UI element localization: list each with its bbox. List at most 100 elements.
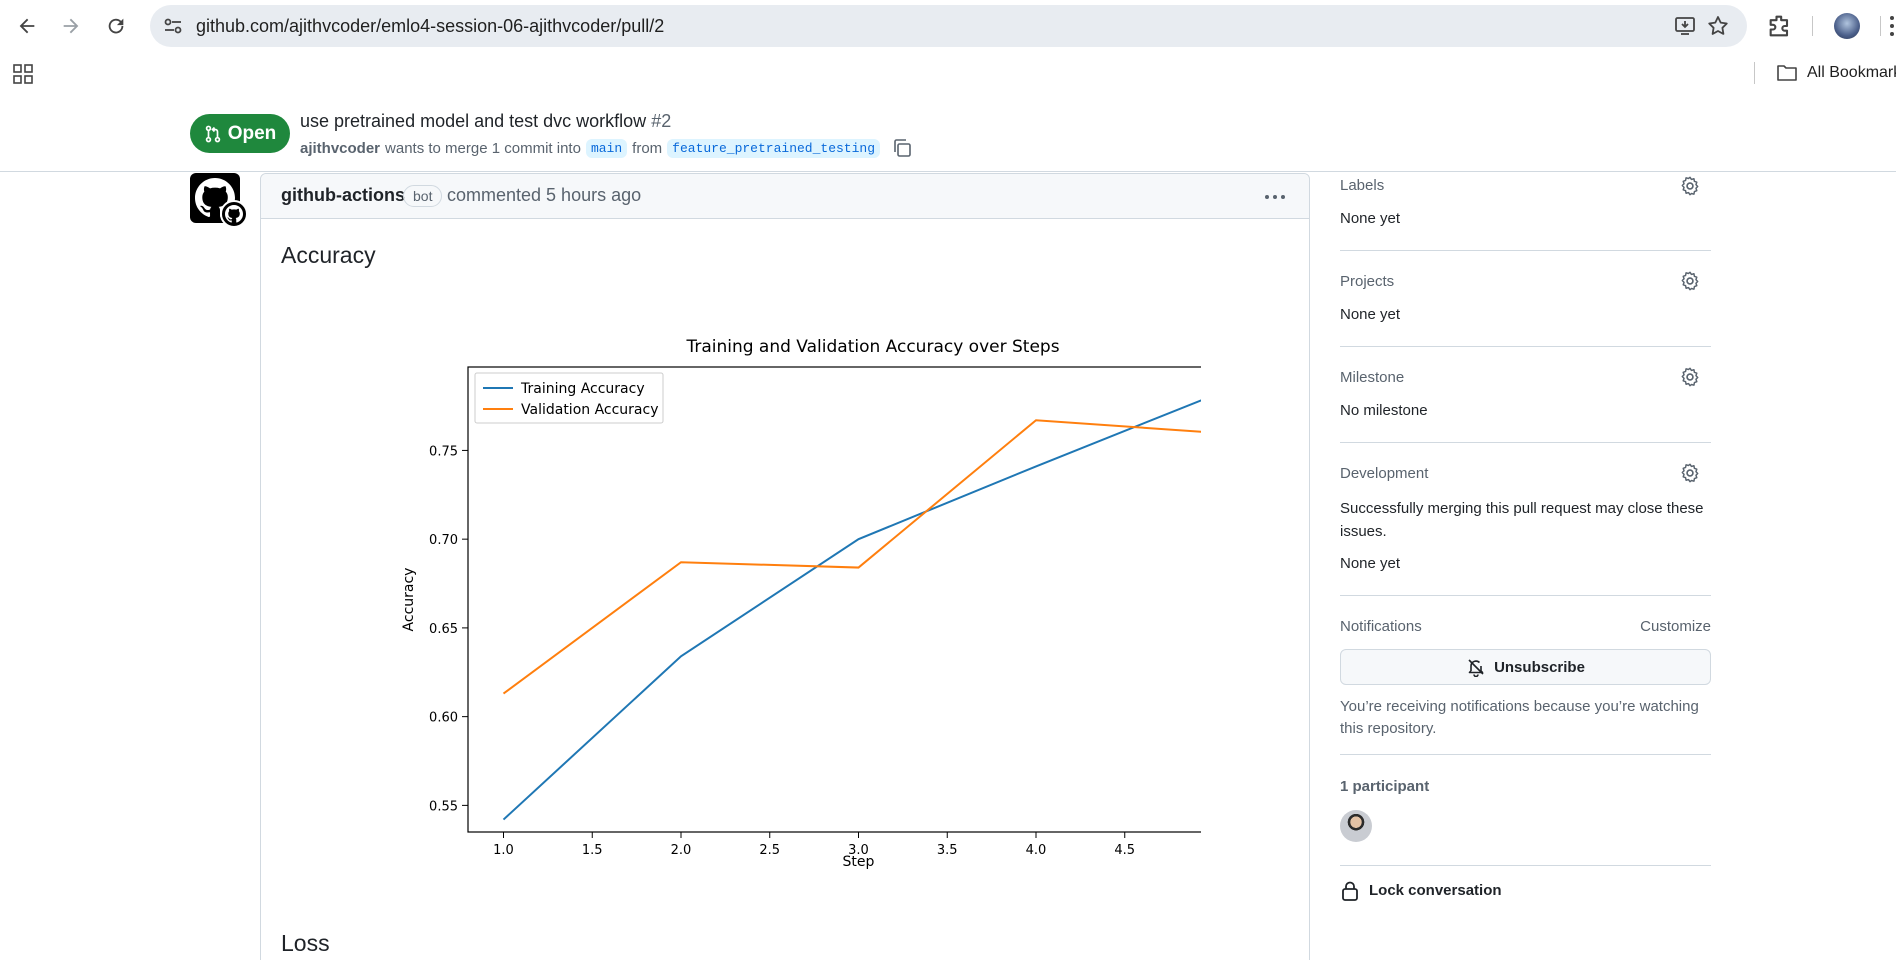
series-line-0	[502, 399, 1201, 821]
toolbar-divider	[1880, 16, 1881, 36]
x-axis-label: Step	[843, 854, 875, 870]
comment-card: github-actions bot commented 5 hours ago…	[260, 173, 1310, 960]
gear-icon[interactable]	[1679, 175, 1701, 197]
apps-grid-icon[interactable]	[12, 63, 34, 85]
forward-button[interactable]	[54, 9, 88, 43]
participants-section: 1 participant	[1340, 755, 1711, 866]
head-branch-tag[interactable]: feature_pretrained_testing	[667, 138, 881, 158]
labels-value: None yet	[1340, 210, 1401, 227]
chart-legend: Training Accuracy Validation Accuracy	[474, 372, 664, 424]
x-tick-label: 1.5	[582, 843, 603, 858]
bell-slash-icon	[1468, 659, 1484, 677]
unsubscribe-button[interactable]: Unsubscribe	[1340, 649, 1711, 685]
pr-meta: ajithvcoder wants to merge 1 commit into…	[300, 137, 913, 159]
y-tick-label: 0.60	[429, 711, 458, 726]
accuracy-heading: Accuracy	[281, 242, 376, 268]
milestone-section: Milestone No milestone	[1340, 347, 1711, 443]
y-tick-label: 0.55	[429, 799, 458, 814]
extensions-icon[interactable]	[1766, 12, 1794, 40]
notifications-title: Notifications	[1340, 618, 1422, 635]
milestone-value: No milestone	[1340, 402, 1428, 419]
participant-avatar[interactable]	[1340, 810, 1372, 842]
gear-icon[interactable]	[1679, 366, 1701, 388]
profile-avatar[interactable]	[1834, 13, 1860, 39]
all-bookmarks-link[interactable]: All Bookmarks	[1807, 64, 1896, 82]
gear-icon[interactable]	[1679, 270, 1701, 292]
pr-title: use pretrained model and test dvc workfl…	[300, 111, 647, 131]
plot-frame	[467, 366, 1201, 833]
pr-number: #2	[651, 111, 672, 131]
address-bar[interactable]: github.com/ajithvcoder/emlo4-session-06-…	[150, 5, 1747, 47]
accuracy-chart: Training and Validation Accuracy over St…	[401, 337, 1201, 870]
kebab-menu-icon[interactable]	[1263, 187, 1287, 207]
y-axis-ticks: 0.55 0.60 0.65 0.70 0.75	[429, 444, 468, 814]
development-value: None yet	[1340, 555, 1401, 572]
participants-title: 1 participant	[1340, 778, 1430, 795]
reload-icon	[108, 18, 124, 34]
url-text[interactable]: github.com/ajithvcoder/emlo4-session-06-…	[196, 16, 664, 37]
notifications-section: Notifications Customize Unsubscribe You’…	[1340, 596, 1711, 755]
x-tick-label: 4.5	[1114, 843, 1135, 858]
y-axis-label: Accuracy	[401, 568, 417, 632]
lock-conversation-label: Lock conversation	[1369, 882, 1502, 899]
projects-value: None yet	[1340, 306, 1401, 323]
pr-author-link[interactable]: ajithvcoder	[300, 140, 380, 157]
comment-author-link[interactable]: github-actions	[281, 185, 405, 206]
github-mark-icon	[225, 205, 243, 223]
pr-status-label: Open	[227, 122, 277, 144]
x-tick-label: 1.0	[493, 843, 514, 858]
pr-sticky-header: Open use pretrained model and test dvc w…	[0, 100, 1896, 172]
back-arrow-icon	[19, 18, 35, 34]
back-button[interactable]	[10, 9, 44, 43]
labels-section: Labels None yet	[1340, 173, 1711, 251]
labels-title[interactable]: Labels	[1340, 177, 1384, 194]
bot-badge: bot	[403, 185, 443, 207]
browser-menu-icon[interactable]	[1888, 12, 1896, 40]
x-tick-label: 2.0	[671, 843, 692, 858]
series-line-1	[502, 419, 1201, 695]
browser-toolbar: github.com/ajithvcoder/emlo4-session-06-…	[0, 0, 1896, 52]
bookmarks-divider	[1754, 62, 1755, 84]
reload-button[interactable]	[99, 9, 133, 43]
notifications-info: You’re receiving notifications because y…	[1340, 698, 1699, 737]
y-tick-label: 0.65	[429, 622, 458, 637]
gear-icon[interactable]	[1679, 462, 1701, 484]
loss-heading: Loss	[281, 930, 330, 956]
comment-header: github-actions bot commented 5 hours ago	[261, 174, 1309, 219]
bookmark-star-icon[interactable]	[1706, 14, 1730, 38]
projects-section: Projects None yet	[1340, 251, 1711, 347]
chart-title: Training and Validation Accuracy over St…	[685, 337, 1059, 357]
github-app-badge	[220, 200, 248, 228]
x-tick-label: 3.5	[937, 843, 958, 858]
pr-merge-text: wants to merge 1 commit into	[385, 139, 581, 157]
site-info-icon[interactable]	[161, 14, 185, 38]
development-section: Development Successfully merging this pu…	[1340, 443, 1711, 596]
folder-icon[interactable]	[1776, 63, 1798, 83]
chart-marks	[502, 399, 1201, 821]
base-branch-tag[interactable]: main	[585, 138, 628, 158]
milestone-title[interactable]: Milestone	[1340, 369, 1404, 386]
customize-link[interactable]: Customize	[1640, 618, 1711, 635]
development-description: Successfully merging this pull request m…	[1340, 500, 1704, 540]
pr-sidebar: Labels None yet Projects None yet Milest…	[1340, 173, 1711, 916]
pr-title-row: use pretrained model and test dvc workfl…	[300, 111, 671, 132]
lock-icon	[1342, 881, 1358, 901]
install-app-icon[interactable]	[1673, 14, 1697, 38]
y-tick-label: 0.70	[429, 533, 458, 548]
forward-arrow-icon	[63, 18, 79, 34]
projects-title[interactable]: Projects	[1340, 273, 1394, 290]
bookmarks-bar: All Bookmarks	[0, 52, 1896, 92]
x-tick-label: 4.0	[1026, 843, 1047, 858]
pr-status-badge: Open	[190, 114, 290, 153]
legend-label-training: Training Accuracy	[520, 381, 645, 397]
lock-conversation-button[interactable]: Lock conversation	[1340, 866, 1711, 916]
development-title[interactable]: Development	[1340, 465, 1428, 482]
comment-timestamp[interactable]: commented 5 hours ago	[447, 185, 641, 206]
legend-label-validation: Validation Accuracy	[521, 402, 659, 418]
y-tick-label: 0.75	[429, 444, 458, 459]
copy-icon[interactable]	[891, 137, 913, 159]
toolbar-divider	[1812, 16, 1813, 36]
x-tick-label: 2.5	[759, 843, 780, 858]
pr-from-text: from	[632, 139, 663, 157]
pull-request-icon	[205, 125, 220, 142]
